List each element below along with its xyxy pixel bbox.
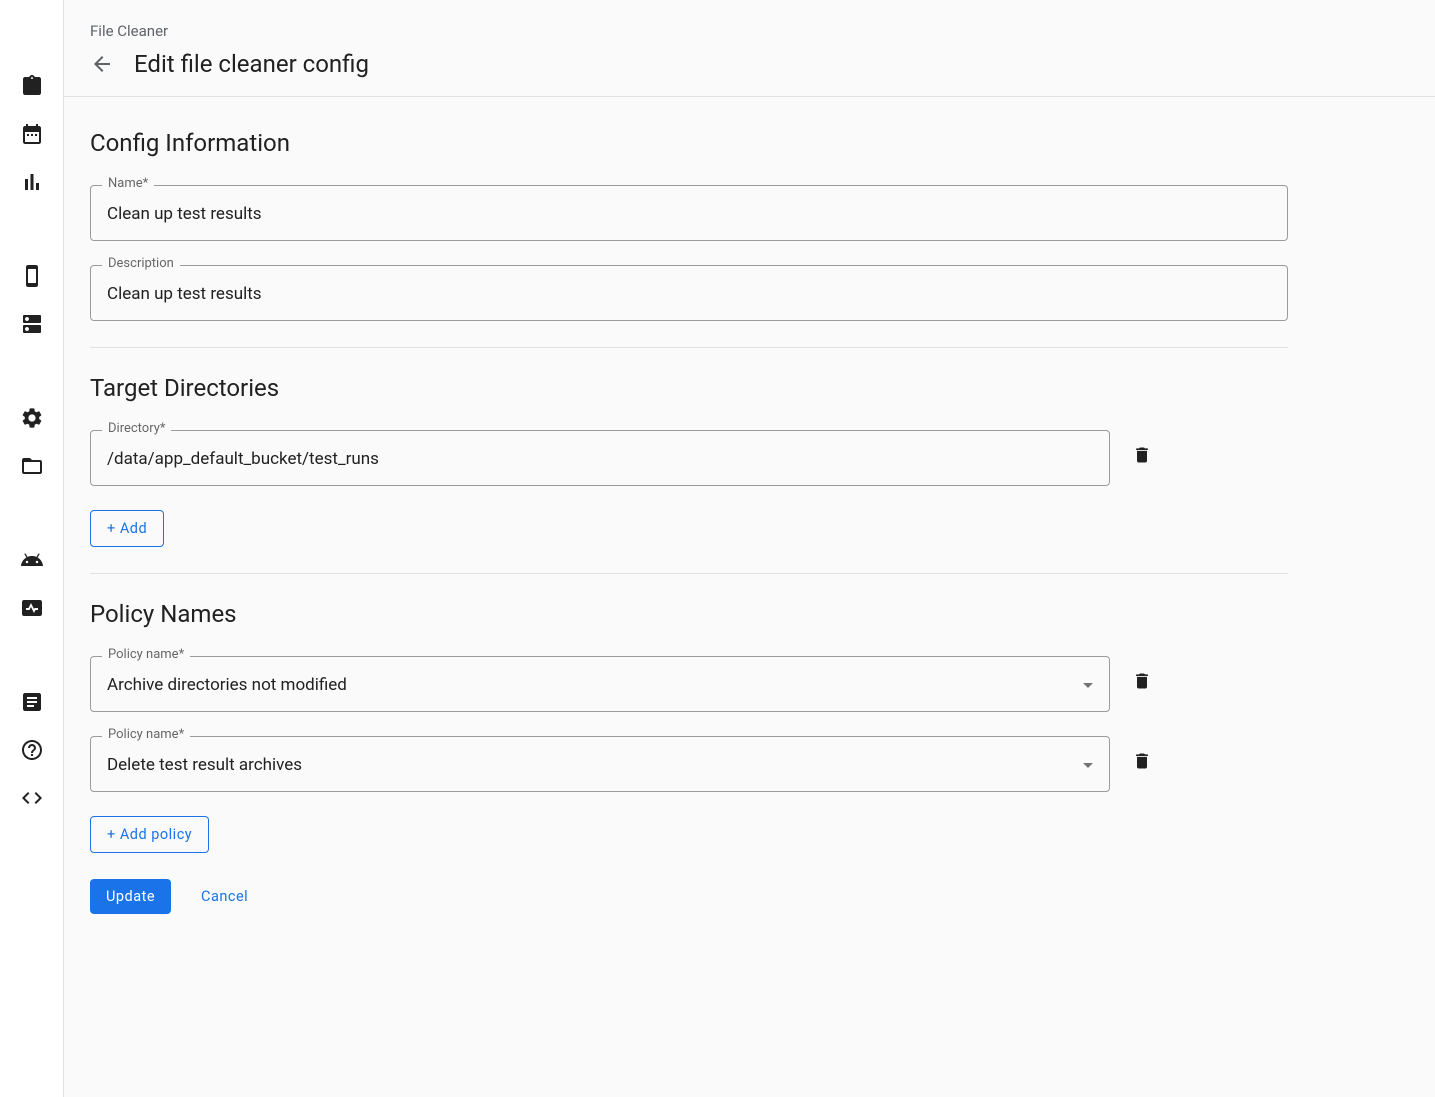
delete-directory-icon[interactable] (1132, 445, 1152, 465)
nav-group-3 (20, 392, 44, 492)
directory-input[interactable] (107, 449, 1093, 469)
back-arrow-icon[interactable] (90, 52, 114, 76)
policy-label: Policy name* (102, 727, 190, 742)
action-row: Update Cancel (90, 879, 1288, 914)
sidebar (0, 0, 64, 1097)
content: Config Information Name* Description (64, 97, 1314, 954)
directory-label: Directory* (102, 421, 171, 436)
nav-group-1 (20, 60, 44, 208)
policy-select-0[interactable]: Archive directories not modified (107, 675, 1093, 695)
help-icon[interactable] (20, 738, 44, 762)
dns-icon[interactable] (20, 312, 44, 336)
policy-field-0: Policy name* Archive directories not mod… (90, 656, 1110, 712)
heartbeat-icon[interactable] (20, 596, 44, 620)
directory-field: Directory* (90, 430, 1110, 486)
article-icon[interactable] (20, 690, 44, 714)
bar-chart-icon[interactable] (20, 170, 44, 194)
calendar-icon[interactable] (20, 122, 44, 146)
code-icon[interactable] (20, 786, 44, 810)
description-label: Description (102, 256, 180, 271)
add-policy-button[interactable]: + Add policy (90, 816, 209, 853)
delete-policy-icon[interactable] (1132, 751, 1152, 771)
phone-icon[interactable] (20, 264, 44, 288)
divider (90, 347, 1288, 348)
nav-group-4 (20, 534, 44, 634)
android-icon[interactable] (20, 548, 44, 572)
nav-group-2 (20, 250, 44, 350)
chevron-down-icon (1083, 683, 1093, 688)
description-input[interactable] (107, 284, 1271, 304)
section-title-dirs: Target Directories (90, 374, 1288, 402)
policy-field-1: Policy name* Delete test result archives (90, 736, 1110, 792)
update-button[interactable]: Update (90, 879, 171, 914)
name-field: Name* (90, 185, 1288, 241)
clipboard-icon[interactable] (20, 74, 44, 98)
section-title-config: Config Information (90, 129, 1288, 157)
description-field: Description (90, 265, 1288, 321)
add-directory-button[interactable]: + Add (90, 510, 164, 547)
policy-label: Policy name* (102, 647, 190, 662)
main-panel: File Cleaner Edit file cleaner config Co… (64, 0, 1435, 1097)
breadcrumb: File Cleaner (90, 22, 1409, 40)
name-input[interactable] (107, 204, 1271, 224)
gear-icon[interactable] (20, 406, 44, 430)
nav-group-5 (20, 676, 44, 824)
folder-icon[interactable] (20, 454, 44, 478)
cancel-button[interactable]: Cancel (185, 879, 264, 914)
policy-select-1[interactable]: Delete test result archives (107, 755, 1093, 775)
chevron-down-icon (1083, 763, 1093, 768)
section-title-policies: Policy Names (90, 600, 1288, 628)
name-label: Name* (102, 176, 154, 191)
delete-policy-icon[interactable] (1132, 671, 1152, 691)
policy-select-value: Delete test result archives (107, 755, 1075, 775)
header: File Cleaner Edit file cleaner config (64, 0, 1435, 97)
policy-select-value: Archive directories not modified (107, 675, 1075, 695)
divider (90, 573, 1288, 574)
page-title: Edit file cleaner config (134, 50, 369, 78)
